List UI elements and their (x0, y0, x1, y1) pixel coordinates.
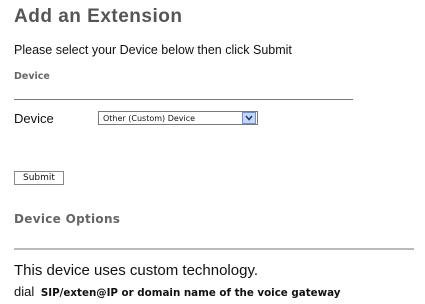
intro-text: Please select your Device below then cli… (14, 43, 292, 57)
options-divider (14, 248, 414, 250)
device-label: Device (14, 111, 54, 126)
chevron-down-icon[interactable] (242, 112, 256, 124)
device-section-heading: Device (14, 71, 50, 82)
device-select-value: Other (Custom) Device (103, 113, 196, 123)
dial-row: dial SIP/exten@IP or domain name of the … (14, 284, 340, 299)
device-description: This device uses custom technology. (14, 262, 259, 279)
dial-label: dial (14, 284, 35, 299)
device-select[interactable]: Other (Custom) Device (98, 111, 258, 125)
dial-value: SIP/exten@IP or domain name of the voice… (40, 287, 341, 299)
device-options-heading: Device Options (14, 212, 121, 226)
section-divider (14, 99, 353, 100)
page-title: Add an Extension (14, 6, 183, 27)
submit-button[interactable]: Submit (14, 171, 64, 185)
